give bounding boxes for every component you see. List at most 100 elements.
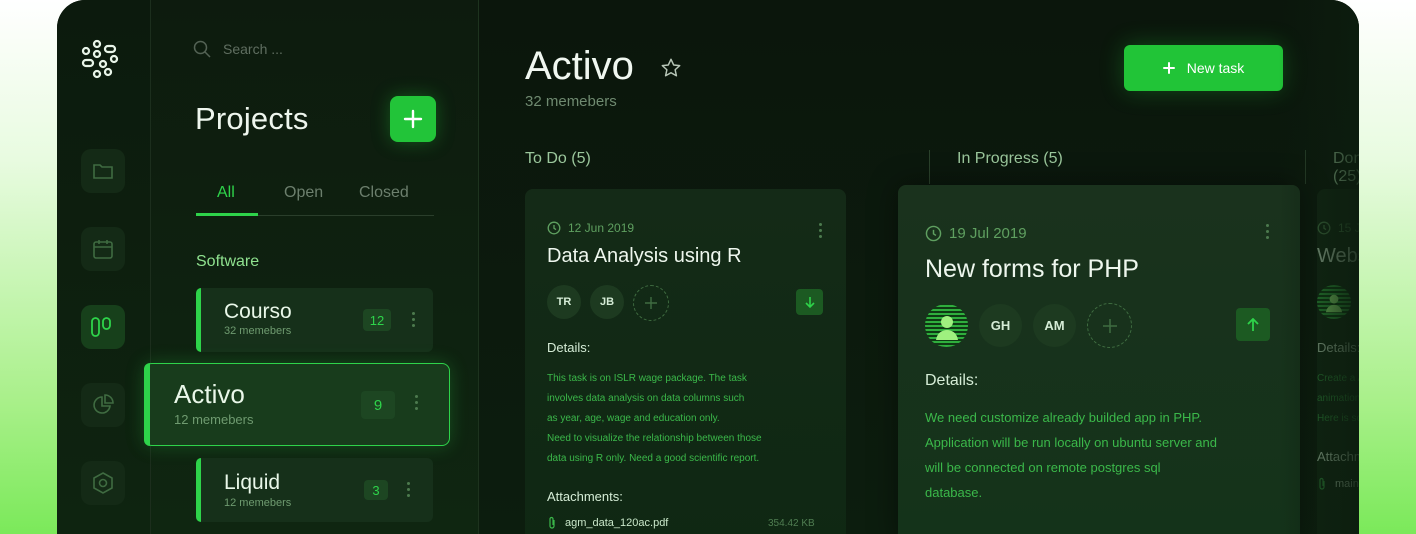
task-date-text: 15 Jul bbox=[1338, 221, 1359, 235]
paperclip-icon bbox=[1319, 477, 1325, 490]
app-logo-icon[interactable] bbox=[79, 38, 121, 80]
rail-settings-button[interactable] bbox=[81, 461, 125, 505]
rail-calendar-button[interactable] bbox=[81, 227, 125, 271]
project-task-count: 12 bbox=[363, 309, 391, 331]
attachment-item[interactable]: main_ar bbox=[1317, 477, 1359, 491]
clock-icon bbox=[925, 225, 942, 242]
project-members: 12 memebers bbox=[174, 412, 254, 427]
active-tab-indicator bbox=[196, 213, 258, 216]
project-task-count: 9 bbox=[361, 391, 395, 419]
priority-up-button[interactable] bbox=[1236, 308, 1270, 341]
rail-reports-button[interactable] bbox=[81, 383, 125, 427]
search-icon bbox=[193, 40, 211, 58]
description-line: Application will be run locally on ubunt… bbox=[925, 435, 1217, 450]
task-date: 12 Jun 2019 bbox=[547, 221, 634, 235]
attachment-item[interactable]: agm_data_120ac.pdf bbox=[547, 516, 668, 530]
projects-title: Projects bbox=[195, 101, 309, 136]
avatar[interactable]: TR bbox=[547, 285, 581, 319]
star-icon[interactable] bbox=[660, 57, 682, 79]
project-name: Liquid bbox=[224, 471, 281, 494]
details-heading: Details: bbox=[1317, 340, 1359, 355]
avatar[interactable]: GH bbox=[979, 304, 1022, 347]
attachment-size: 354.42 KB bbox=[768, 518, 815, 529]
folder-icon bbox=[93, 164, 113, 179]
project-members: 32 memebers bbox=[224, 325, 292, 337]
details-heading: Details: bbox=[925, 372, 979, 389]
description-line: animation c bbox=[1317, 393, 1359, 404]
attachments-heading: Attachments: bbox=[547, 489, 623, 504]
paperclip-icon bbox=[549, 516, 555, 529]
task-card[interactable]: 12 Jun 2019 Data Analysis using R TR JB … bbox=[525, 189, 846, 534]
attachment-name: agm_data_120ac.pdf bbox=[565, 517, 669, 529]
description-line: Create a A bbox=[1317, 373, 1359, 384]
project-task-count: 3 bbox=[364, 480, 388, 500]
app-window: Projects All Open Closed Software Courso… bbox=[57, 0, 1359, 534]
description-line: database. bbox=[925, 485, 983, 500]
project-group-label: Software bbox=[196, 253, 260, 270]
project-accent-bar bbox=[196, 288, 201, 352]
column-divider bbox=[929, 150, 930, 184]
task-title: New forms for PHP bbox=[925, 255, 1139, 283]
project-more-icon[interactable] bbox=[412, 312, 416, 327]
task-date: 15 Jul bbox=[1317, 221, 1359, 235]
priority-down-button[interactable] bbox=[796, 289, 823, 315]
column-header-done: Done (25) bbox=[1333, 150, 1359, 185]
board-members-count: 32 memebers bbox=[525, 93, 617, 110]
project-accent-bar bbox=[196, 458, 201, 522]
avatar[interactable]: JB bbox=[590, 285, 624, 319]
icon-rail bbox=[57, 0, 151, 534]
task-description: This task is on ISLR wage package. The t… bbox=[547, 369, 762, 469]
arrow-up-icon bbox=[1247, 317, 1259, 331]
board-icon bbox=[91, 317, 111, 337]
task-card[interactable]: 19 Jul 2019 New forms for PHP GH AM Deta… bbox=[898, 185, 1300, 534]
description-line: data using R only. Need a good scientifi… bbox=[547, 453, 760, 464]
projects-panel: Projects All Open Closed Software Courso… bbox=[144, 0, 479, 534]
project-more-icon[interactable] bbox=[415, 395, 419, 410]
description-line: will be connected on remote postgres sql bbox=[925, 460, 1161, 475]
task-date: 19 Jul 2019 bbox=[925, 225, 1027, 242]
calendar-icon bbox=[93, 240, 113, 259]
arrow-down-icon bbox=[804, 297, 815, 308]
task-more-icon[interactable] bbox=[1266, 224, 1270, 239]
user-photo-avatar[interactable] bbox=[925, 304, 968, 347]
rail-board-button[interactable] bbox=[81, 305, 125, 349]
add-assignee-button[interactable] bbox=[633, 285, 669, 321]
plus-icon bbox=[645, 297, 657, 309]
new-task-button[interactable]: New task bbox=[1124, 45, 1283, 91]
task-title: Data Analysis using R bbox=[547, 245, 742, 267]
clock-icon bbox=[547, 221, 561, 235]
description-line: involves data analysis on data columns s… bbox=[547, 393, 745, 404]
project-item-courso[interactable]: Courso 32 memebers 12 bbox=[196, 288, 433, 352]
task-date-text: 12 Jun 2019 bbox=[568, 221, 635, 235]
tab-open[interactable]: Open bbox=[284, 184, 323, 202]
attachment-name: main_ar bbox=[1335, 478, 1359, 490]
tab-all[interactable]: All bbox=[217, 184, 235, 202]
task-card[interactable]: 15 Jul Websi Details: Create a A animati… bbox=[1317, 189, 1359, 534]
user-photo-avatar[interactable] bbox=[1317, 285, 1351, 319]
search-input[interactable] bbox=[223, 41, 383, 57]
avatar[interactable]: AM bbox=[1033, 304, 1076, 347]
person-icon bbox=[1325, 294, 1343, 313]
rail-projects-button[interactable] bbox=[81, 149, 125, 193]
project-more-icon[interactable] bbox=[407, 482, 411, 497]
project-accent-bar bbox=[144, 363, 150, 446]
description-line: This task is on ISLR wage package. The t… bbox=[547, 373, 747, 384]
new-task-label: New task bbox=[1186, 60, 1245, 76]
description-line: Here is som bbox=[1317, 413, 1359, 424]
project-item-liquid[interactable]: Liquid 12 memebers 3 bbox=[196, 458, 433, 522]
person-icon bbox=[935, 315, 958, 340]
task-more-icon[interactable] bbox=[819, 223, 823, 238]
board-main: Activo 32 memebers New task To Do (5) In… bbox=[479, 0, 1359, 534]
project-item-activo[interactable]: Activo 12 memebers 9 bbox=[144, 363, 450, 446]
tab-closed[interactable]: Closed bbox=[359, 184, 409, 202]
project-members: 12 memebers bbox=[224, 497, 292, 509]
add-project-button[interactable] bbox=[390, 96, 436, 142]
task-description: We need customize already builded app in… bbox=[925, 405, 1217, 505]
column-header-in-progress: In Progress (5) bbox=[957, 150, 1063, 167]
column-divider bbox=[1305, 150, 1306, 184]
add-assignee-button[interactable] bbox=[1087, 303, 1132, 348]
task-title: Websi bbox=[1317, 245, 1359, 267]
pie-chart-icon bbox=[93, 394, 114, 414]
attachments-heading: Attachme bbox=[1317, 449, 1359, 464]
search-box bbox=[193, 40, 383, 58]
